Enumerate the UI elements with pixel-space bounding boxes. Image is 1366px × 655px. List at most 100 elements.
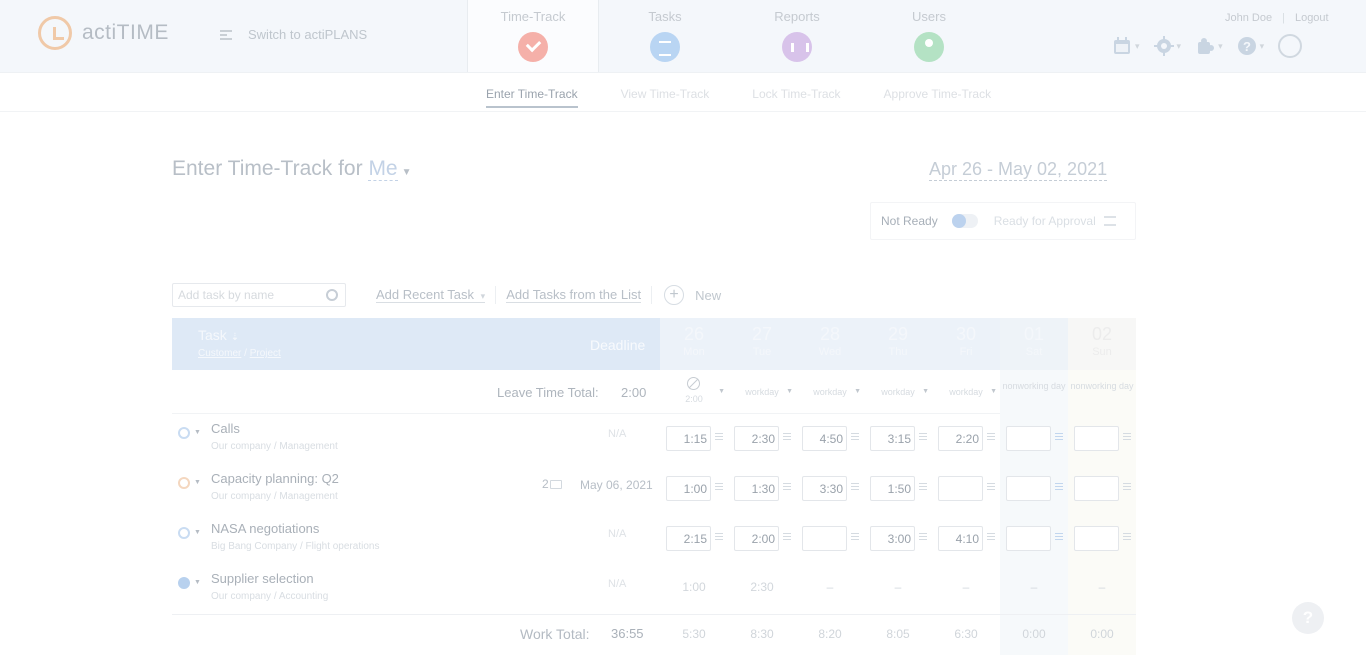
comment-icon[interactable] [919, 533, 927, 540]
time-input[interactable] [1074, 476, 1119, 501]
leave-cell[interactable]: workday ▼ [796, 370, 864, 414]
chevron-down-icon[interactable]: ▼ [402, 167, 412, 178]
time-input[interactable] [870, 426, 915, 451]
time-input[interactable] [870, 526, 915, 551]
time-input[interactable] [938, 476, 983, 501]
module-reports[interactable]: Reports [731, 0, 863, 72]
comment-icon[interactable] [919, 433, 927, 440]
comment-icon[interactable] [851, 533, 859, 540]
chevron-down-icon[interactable]: ▼ [854, 388, 861, 395]
time-input[interactable] [870, 476, 915, 501]
comment-icon[interactable] [783, 483, 791, 490]
comment-icon[interactable] [1055, 433, 1063, 440]
task-status-icon[interactable] [178, 477, 190, 489]
time-input[interactable] [802, 426, 847, 451]
comment-icon[interactable] [851, 433, 859, 440]
chevron-down-icon[interactable]: ▼ [194, 529, 201, 536]
task-name[interactable]: Calls [211, 421, 240, 436]
chevron-down-icon[interactable]: ▼ [786, 388, 793, 395]
settings-menu[interactable]: ▾ [1153, 36, 1181, 56]
comment-icon[interactable] [783, 533, 791, 540]
user-selector[interactable]: Me [368, 157, 398, 181]
leave-cell[interactable]: workday ▼ [932, 370, 1000, 414]
comment-icon[interactable] [1055, 533, 1063, 540]
time-input[interactable] [802, 526, 847, 551]
time-input[interactable] [734, 426, 779, 451]
comment-icon[interactable] [987, 483, 995, 490]
chevron-down-icon[interactable]: ▼ [922, 388, 929, 395]
task-name[interactable]: Supplier selection [211, 571, 314, 586]
time-input[interactable] [938, 426, 983, 451]
comment-icon[interactable] [987, 533, 995, 540]
time-cell [660, 414, 728, 464]
comment-icon[interactable] [1123, 483, 1131, 490]
comment-icon[interactable] [783, 433, 791, 440]
comment-icon[interactable] [851, 483, 859, 490]
comment-icon[interactable] [715, 533, 723, 540]
new-task-button[interactable]: + New [664, 285, 721, 305]
leave-cell[interactable]: workday ▼ [728, 370, 796, 414]
subnav-approve-time-track[interactable]: Approve Time-Track [884, 87, 992, 108]
calendar-menu[interactable]: ▾ [1112, 36, 1140, 56]
switch-to-actiplans-link[interactable]: Switch to actiPLANS [220, 27, 367, 42]
comment-icon[interactable] [715, 433, 723, 440]
task-status-icon[interactable] [178, 427, 190, 439]
chevron-down-icon[interactable]: ▼ [990, 388, 997, 395]
task-name[interactable]: Capacity planning: Q2 [211, 471, 339, 486]
time-input[interactable] [1074, 426, 1119, 451]
comment-icon[interactable] [715, 483, 723, 490]
time-input[interactable] [666, 476, 711, 501]
gear-icon [1153, 36, 1174, 56]
search-icon[interactable] [326, 289, 338, 301]
time-input[interactable] [1006, 426, 1051, 451]
time-input[interactable] [1006, 476, 1051, 501]
comment-icon[interactable] [987, 433, 995, 440]
comment-icon[interactable] [1123, 433, 1131, 440]
time-input[interactable] [734, 526, 779, 551]
task-search-input[interactable] [178, 288, 322, 302]
comment-icon[interactable] [1123, 533, 1131, 540]
module-time-track[interactable]: Time-Track [467, 0, 599, 72]
table-row: ▼ Supplier selection Our company / Accou… [172, 564, 1136, 614]
help-menu[interactable]: ? ▾ [1237, 36, 1264, 56]
chevron-down-icon[interactable]: ▼ [194, 579, 201, 586]
subnav-view-time-track[interactable]: View Time-Track [621, 87, 710, 108]
time-input[interactable] [1074, 526, 1119, 551]
add-tasks-from-list-link[interactable]: Add Tasks from the List [506, 287, 642, 303]
chevron-down-icon[interactable]: ▼ [194, 429, 201, 436]
time-input[interactable] [666, 426, 711, 451]
time-input[interactable] [734, 476, 779, 501]
subnav-enter-time-track[interactable]: Enter Time-Track [486, 87, 578, 108]
chevron-down-icon[interactable]: ▼ [194, 479, 201, 486]
task-column-header[interactable]: Task ⇣ [198, 327, 239, 343]
approval-toggle[interactable] [951, 214, 978, 228]
list-icon[interactable] [1103, 216, 1116, 226]
leave-cell[interactable]: workday ▼ [864, 370, 932, 414]
chevron-down-icon[interactable]: ▼ [718, 388, 725, 395]
addons-menu[interactable]: ▾ [1195, 36, 1223, 56]
lightbulb-icon[interactable] [1278, 34, 1303, 58]
logo[interactable]: actiTIME [38, 16, 169, 50]
task-status-icon[interactable] [178, 527, 190, 539]
leave-cell[interactable]: 2:00 ▼ [660, 370, 728, 414]
time-input[interactable] [802, 476, 847, 501]
project-sort-link[interactable]: Project [250, 348, 281, 359]
time-cell: – [932, 564, 1000, 614]
add-recent-task-link[interactable]: Add Recent Task ▾ [376, 287, 486, 303]
task-comments[interactable]: 2 [542, 477, 562, 491]
module-users[interactable]: Users [863, 0, 995, 72]
customer-sort-link[interactable]: Customer [198, 348, 241, 359]
help-fab-button[interactable]: ? [1292, 602, 1324, 634]
logout-link[interactable]: Logout [1295, 12, 1329, 24]
time-input[interactable] [1006, 526, 1051, 551]
task-name[interactable]: NASA negotiations [211, 521, 319, 536]
time-input[interactable] [666, 526, 711, 551]
time-input[interactable] [938, 526, 983, 551]
subnav-lock-time-track[interactable]: Lock Time-Track [752, 87, 840, 108]
completed-check-icon[interactable] [178, 577, 190, 589]
comment-icon[interactable] [919, 483, 927, 490]
date-range-picker[interactable]: Apr 26 - May 02, 2021 [929, 159, 1108, 181]
user-name[interactable]: John Doe [1225, 12, 1272, 24]
module-tasks[interactable]: Tasks [599, 0, 731, 72]
comment-icon[interactable] [1055, 483, 1063, 490]
